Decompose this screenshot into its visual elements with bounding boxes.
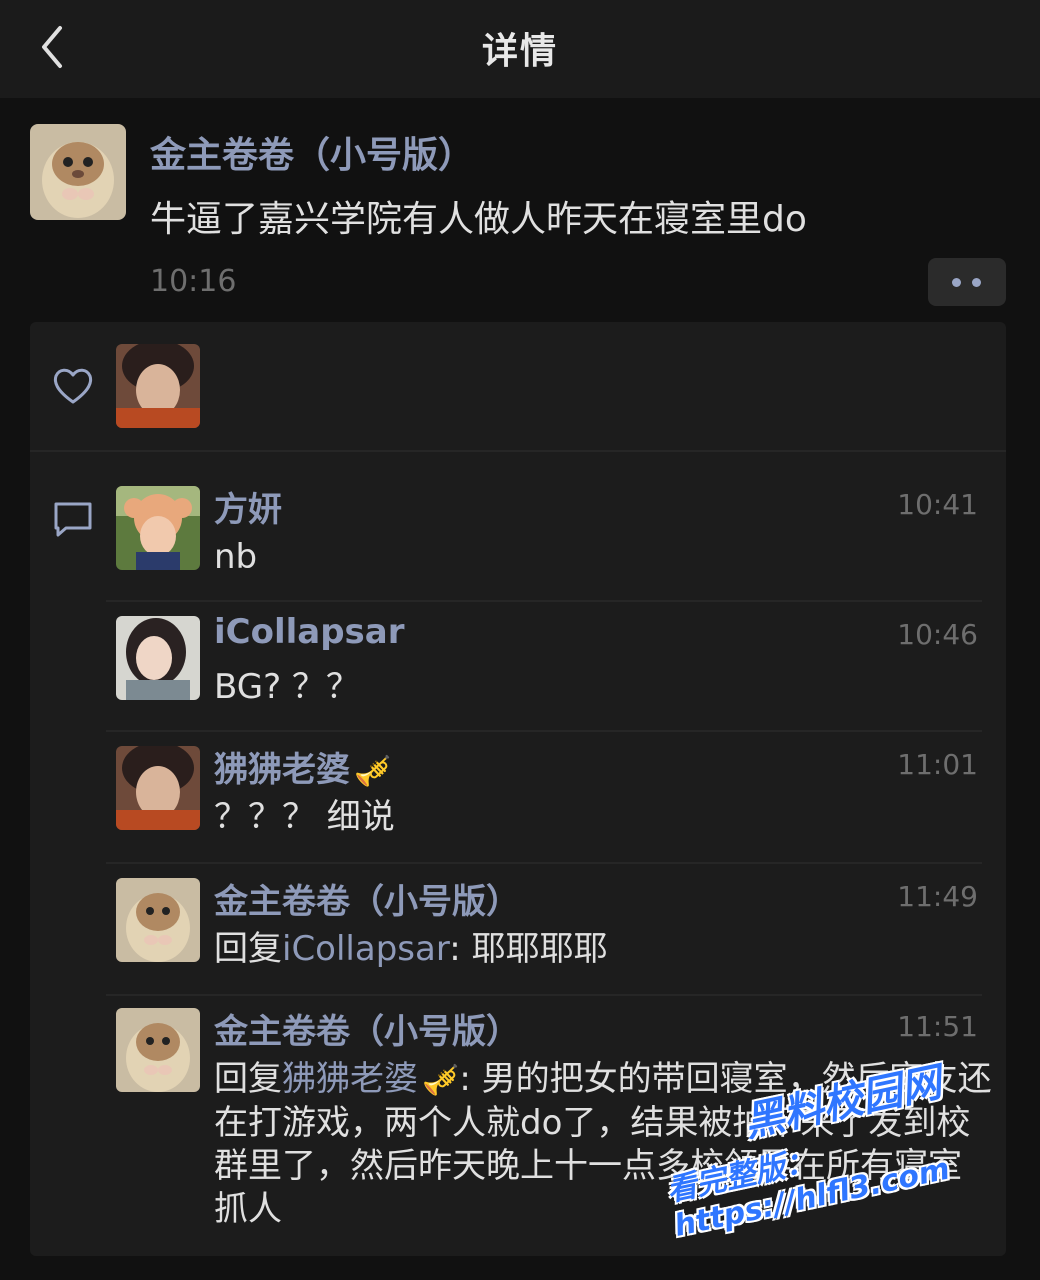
comment-text: 回复狒狒老婆 🎺: 男的把女的带回寝室，然后室友还在打游戏，两个人就do了，结果被… bbox=[214, 1058, 994, 1231]
comment-time: 11:51 bbox=[897, 1010, 978, 1043]
page-title: 详情 bbox=[481, 31, 558, 72]
divider bbox=[30, 450, 1006, 452]
reply-body: : 耶耶耶耶 bbox=[449, 929, 608, 969]
trumpet-icon: 🎺 bbox=[354, 754, 392, 789]
comment-time: 10:46 bbox=[897, 618, 978, 651]
commenter-avatar[interactable] bbox=[116, 746, 200, 830]
more-dots-icon bbox=[952, 278, 961, 287]
commenter-avatar[interactable] bbox=[116, 1008, 200, 1092]
more-button[interactable] bbox=[928, 258, 1006, 306]
divider bbox=[106, 600, 982, 602]
commenter-name-text: 狒狒老婆 bbox=[214, 750, 350, 790]
comment-text: nb bbox=[214, 537, 258, 577]
commenter-name[interactable]: 金主卷卷（小号版） bbox=[214, 874, 520, 923]
liker-avatar[interactable] bbox=[116, 344, 200, 428]
top-bar: 详情 bbox=[0, 0, 1040, 98]
commenter-avatar[interactable] bbox=[116, 486, 200, 570]
comment-text: 回复iCollapsar: 耶耶耶耶 bbox=[214, 928, 994, 971]
post-author-avatar[interactable] bbox=[30, 124, 126, 220]
comment-time: 11:01 bbox=[897, 748, 978, 781]
commenter-avatar[interactable] bbox=[116, 616, 200, 700]
comment-icon bbox=[52, 500, 94, 538]
commenter-name[interactable]: 方妍 bbox=[214, 482, 282, 531]
divider bbox=[106, 730, 982, 732]
comment-text: BG? ？？ bbox=[214, 667, 360, 707]
post-text: 牛逼了嘉兴学院有人做人昨天在寝室里do bbox=[150, 199, 807, 240]
reply-prefix: 回复 bbox=[214, 929, 282, 969]
reply-to-name[interactable]: 狒狒老婆 bbox=[282, 1059, 418, 1099]
reply-prefix: 回复 bbox=[214, 1059, 282, 1099]
reply-to-name[interactable]: iCollapsar bbox=[282, 929, 449, 969]
commenter-name[interactable]: iCollapsar bbox=[214, 612, 405, 652]
commenter-avatar[interactable] bbox=[116, 878, 200, 962]
comment-text: ？？？ 细说 bbox=[214, 797, 395, 837]
comment-time: 11:49 bbox=[897, 880, 978, 913]
commenter-name[interactable]: 金主卷卷（小号版） bbox=[214, 1004, 520, 1053]
divider bbox=[106, 862, 982, 864]
more-dots-icon-dot bbox=[972, 278, 981, 287]
commenter-name[interactable]: 狒狒老婆 🎺 bbox=[214, 742, 391, 791]
divider bbox=[106, 994, 982, 996]
post-time: 10:16 bbox=[150, 264, 237, 299]
post-author-name[interactable]: 金主卷卷（小号版） bbox=[150, 126, 474, 178]
likes-row bbox=[30, 322, 1006, 450]
heart-icon bbox=[52, 366, 94, 406]
interactions-panel: 方妍 10:41 nb iCollapsar 10:46 BG? ？？ 狒狒老婆… bbox=[30, 322, 1006, 1256]
comment-time: 10:41 bbox=[897, 488, 978, 521]
trumpet-icon: 🎺 bbox=[422, 1063, 460, 1098]
